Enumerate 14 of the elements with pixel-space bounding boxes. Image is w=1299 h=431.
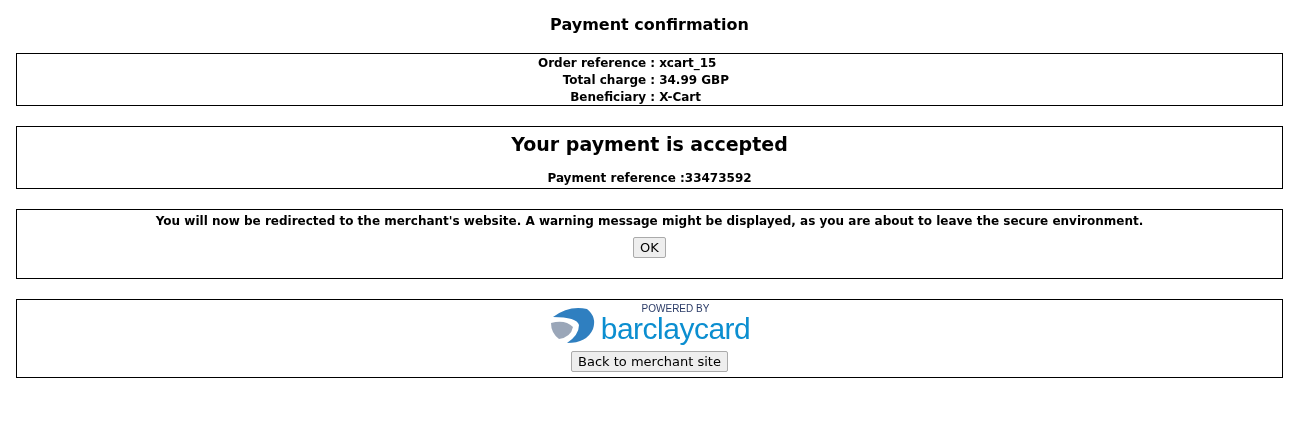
- redirect-message: You will now be redirected to the merchant's website. A warning message might be displayed, as you are about to leave the secure environment.: [155, 214, 1144, 228]
- detail-label: Total charge :: [561, 73, 656, 87]
- back-to-merchant-button[interactable]: Back to merchant site: [571, 351, 728, 372]
- payment-reference: Payment reference :33473592: [547, 171, 752, 185]
- ok-button[interactable]: OK: [633, 237, 666, 258]
- page-title: Payment confirmation: [549, 15, 750, 34]
- logo-wordmark: barclaycard: [600, 314, 751, 344]
- detail-label: Order reference :: [537, 56, 656, 70]
- logo-tagline: POWERED BY: [641, 304, 710, 314]
- detail-value: 34.99 GBP: [659, 73, 730, 87]
- result-heading: Your payment is accepted: [511, 133, 788, 155]
- detail-value: xcart_15: [659, 56, 718, 70]
- detail-label: Beneficiary :: [569, 90, 656, 104]
- detail-value: X-Cart: [659, 90, 702, 104]
